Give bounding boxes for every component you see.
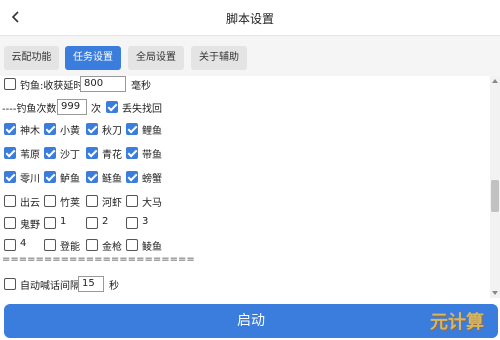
fish-label: 鲢鱼 xyxy=(102,174,122,185)
scroll-down-arrow-icon[interactable] xyxy=(492,291,498,295)
fish-label: 神木 xyxy=(20,126,40,137)
watermark-logo: 元计算 xyxy=(430,312,484,333)
fish-checkbox[interactable] xyxy=(44,195,56,207)
lost-recover-label: 丢失找回 xyxy=(122,104,162,115)
fish-checkbox[interactable] xyxy=(44,171,56,183)
lost-recover-checkbox[interactable] xyxy=(106,101,118,113)
fish-label: 鲮鱼 xyxy=(142,242,162,253)
fish-checkbox[interactable] xyxy=(44,217,56,229)
fish-label: 4 xyxy=(20,238,27,249)
header-bar: 脚本设置 xyxy=(0,0,500,36)
fish-label: 登能 xyxy=(60,242,80,253)
fish-checkbox[interactable] xyxy=(126,123,138,135)
fish-label: 鬼野 xyxy=(20,220,40,231)
delay-label: 钓鱼:收获延时: xyxy=(20,81,87,92)
fish-label: 出云 xyxy=(20,198,40,209)
fish-checkbox[interactable] xyxy=(126,217,138,229)
fish-checkbox[interactable] xyxy=(126,239,138,251)
tab-bar: 云配功能 任务设置 全局设置 关于辅助 xyxy=(0,36,500,76)
fish-label: 竹荚 xyxy=(60,198,80,209)
fish-label: 带鱼 xyxy=(142,150,162,161)
fish-checkbox[interactable] xyxy=(4,239,16,251)
fish-checkbox[interactable] xyxy=(86,239,98,251)
fish-label: 鲈鱼 xyxy=(60,174,80,185)
fish-checkbox[interactable] xyxy=(4,217,16,229)
fish-checkbox[interactable] xyxy=(4,147,16,159)
fish-label: 螃蟹 xyxy=(142,174,162,185)
fish-label: 鲤鱼 xyxy=(142,126,162,137)
fish-checkbox[interactable] xyxy=(4,195,16,207)
fish-label: 零川 xyxy=(20,174,40,185)
fish-label: 沙丁 xyxy=(60,150,80,161)
tab-task-settings[interactable]: 任务设置 xyxy=(65,46,121,70)
fish-label: 3 xyxy=(142,216,149,227)
fish-label: 河虾 xyxy=(102,198,122,209)
page-title: 脚本设置 xyxy=(225,12,274,26)
fish-checkbox[interactable] xyxy=(126,171,138,183)
scroll-thumb[interactable] xyxy=(491,180,499,212)
start-button[interactable]: 启动 xyxy=(4,304,498,338)
separator-line: ======================= xyxy=(2,254,195,265)
tab-about-assist[interactable]: 关于辅助 xyxy=(191,46,247,70)
fish-checkbox[interactable] xyxy=(126,147,138,159)
fish-label: 苇原 xyxy=(20,150,40,161)
auto-talk-checkbox[interactable] xyxy=(4,278,16,290)
tab-global-settings[interactable]: 全局设置 xyxy=(128,46,184,70)
fish-label: 2 xyxy=(102,216,109,227)
delay-input[interactable]: 800 xyxy=(80,76,126,92)
fish-checkbox[interactable] xyxy=(86,171,98,183)
tab-cloud-features[interactable]: 云配功能 xyxy=(4,46,59,70)
fish-checkbox[interactable] xyxy=(86,147,98,159)
auto-talk-unit: 秒 xyxy=(109,281,119,292)
fish-checkbox[interactable] xyxy=(126,195,138,207)
count-label: ----钓鱼次数: xyxy=(2,104,60,115)
fish-checkbox[interactable] xyxy=(44,239,56,251)
fish-label: 金枪 xyxy=(102,242,122,253)
fish-label: 秋刀 xyxy=(102,126,122,137)
fish-checkbox[interactable] xyxy=(86,195,98,207)
fish-checkbox[interactable] xyxy=(4,171,16,183)
fish-label: 1 xyxy=(60,216,67,227)
fish-checkbox[interactable] xyxy=(86,123,98,135)
settings-panel: 钓鱼:收获延时: 800 毫秒 ----钓鱼次数: 999 次 丢失找回 神木 小… xyxy=(0,76,490,298)
fish-label: 青花 xyxy=(102,150,122,161)
delay-checkbox[interactable] xyxy=(4,78,16,90)
delay-unit: 毫秒 xyxy=(131,81,151,92)
auto-talk-input[interactable]: 15 xyxy=(78,276,104,292)
fish-checkbox[interactable] xyxy=(44,147,56,159)
scroll-up-arrow-icon[interactable] xyxy=(492,79,498,83)
fish-checkbox[interactable] xyxy=(4,123,16,135)
auto-talk-label: 自动喊话间隔 xyxy=(20,281,80,292)
count-unit: 次 xyxy=(91,104,101,115)
fish-checkbox[interactable] xyxy=(44,123,56,135)
fish-label: 大马 xyxy=(142,198,162,209)
count-input[interactable]: 999 xyxy=(57,99,87,115)
fish-label: 小黄 xyxy=(60,126,80,137)
fish-checkbox[interactable] xyxy=(86,217,98,229)
vertical-scrollbar[interactable] xyxy=(490,76,500,298)
